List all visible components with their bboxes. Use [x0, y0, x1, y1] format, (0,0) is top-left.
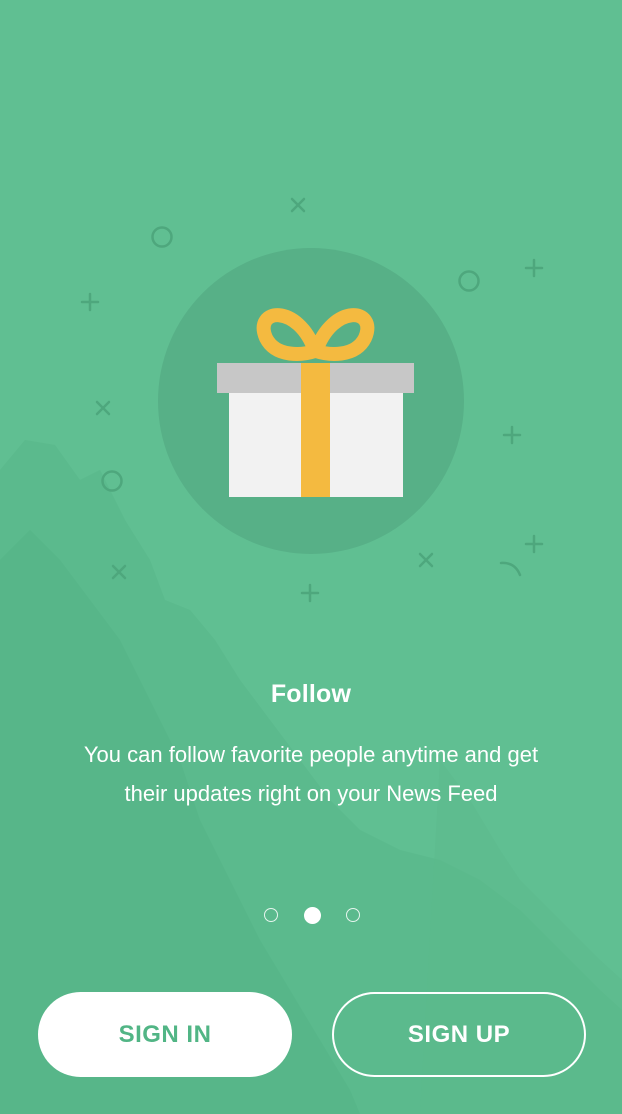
decorative-shapes [80, 197, 544, 603]
page-dot-2-active[interactable] [304, 907, 321, 924]
onboarding-title: Follow [270, 680, 352, 708]
page-dot-3[interactable] [346, 908, 360, 922]
sign-up-button[interactable]: SIGN UP [332, 992, 586, 1077]
gift-icon [158, 248, 464, 554]
page-indicator [0, 907, 622, 927]
onboarding-screen: Follow You can follow favorite people an… [0, 0, 622, 1114]
sign-in-label: SIGN IN [118, 1020, 212, 1048]
sign-in-button[interactable]: SIGN IN [38, 992, 292, 1077]
page-dot-1[interactable] [264, 908, 278, 922]
onboarding-description: You can follow favorite people anytime a… [83, 742, 539, 806]
sign-up-label: SIGN UP [407, 1020, 511, 1048]
